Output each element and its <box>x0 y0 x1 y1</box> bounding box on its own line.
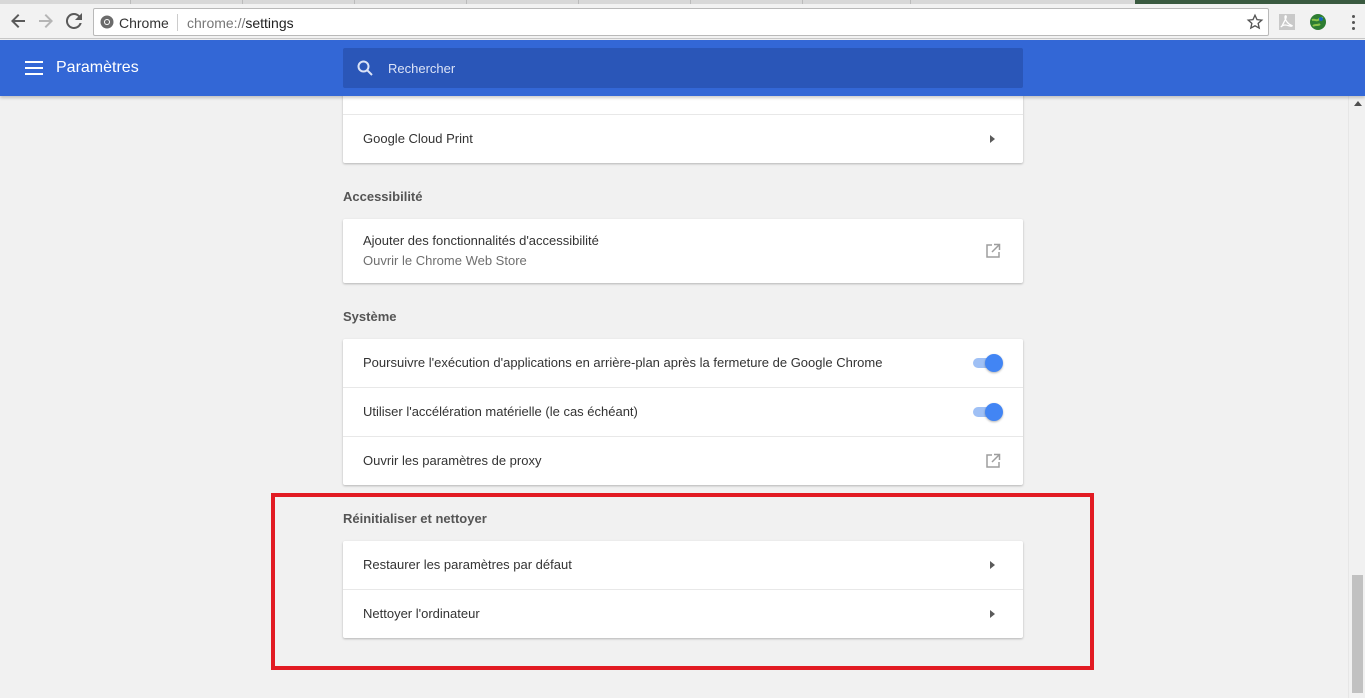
scroll-thumb[interactable] <box>1352 575 1363 693</box>
page-title: Paramètres <box>56 59 139 76</box>
background-apps-toggle[interactable] <box>971 354 1003 372</box>
forward-button[interactable] <box>35 10 57 32</box>
address-bar[interactable]: Chrome chrome://settings <box>93 8 1269 36</box>
settings-search[interactable] <box>343 48 1023 88</box>
system-section-title: Système <box>343 309 397 324</box>
proxy-settings-row[interactable]: Ouvrir les paramètres de proxy <box>343 436 1023 485</box>
accessibility-card: Ajouter des fonctionnalités d'accessibil… <box>343 219 1023 283</box>
forward-arrow-icon <box>39 14 53 28</box>
back-arrow-icon <box>11 14 25 28</box>
hardware-acceleration-row: Utiliser l'accélération matérielle (le c… <box>343 387 1023 436</box>
scroll-up-arrow-icon[interactable] <box>1354 101 1362 106</box>
open-in-new-icon[interactable] <box>985 243 1001 259</box>
url-text: chrome://settings <box>187 15 294 31</box>
reload-icon <box>66 13 82 29</box>
hardware-acceleration-toggle[interactable] <box>971 403 1003 421</box>
pdf-extension-icon[interactable] <box>1278 13 1296 31</box>
hardware-acceleration-label: Utiliser l'accélération matérielle (le c… <box>363 404 638 419</box>
google-cloud-print-label: Google Cloud Print <box>363 131 473 146</box>
bookmark-star-icon[interactable] <box>1246 13 1264 31</box>
reload-button[interactable] <box>63 10 85 32</box>
menu-icon[interactable] <box>25 61 43 75</box>
search-icon <box>357 60 373 76</box>
add-accessibility-features-row[interactable]: Ajouter des fonctionnalités d'accessibil… <box>343 219 1023 283</box>
arrow-right-icon <box>990 135 995 143</box>
add-accessibility-features-label: Ajouter des fonctionnalités d'accessibil… <box>363 233 599 248</box>
back-button[interactable] <box>7 10 29 32</box>
page-scrollbar[interactable] <box>1348 96 1365 698</box>
background-apps-row: Poursuivre l'exécution d'applications en… <box>343 339 1023 387</box>
site-chip-label: Chrome <box>119 15 169 31</box>
google-cloud-print-row[interactable]: Google Cloud Print <box>343 114 1023 163</box>
background-apps-label: Poursuivre l'exécution d'applications en… <box>363 355 883 370</box>
settings-header: Paramètres <box>0 40 1365 96</box>
accessibility-section-title: Accessibilité <box>343 189 423 204</box>
globe-extension-icon[interactable] <box>1309 13 1327 31</box>
add-accessibility-features-sublabel: Ouvrir le Chrome Web Store <box>363 253 527 268</box>
proxy-settings-label: Ouvrir les paramètres de proxy <box>363 453 542 468</box>
search-input[interactable] <box>388 48 988 88</box>
chrome-logo-icon <box>100 15 114 29</box>
system-card: Poursuivre l'exécution d'applications en… <box>343 339 1023 485</box>
address-divider <box>177 14 178 31</box>
browser-toolbar: Chrome chrome://settings <box>0 4 1365 39</box>
open-in-new-icon[interactable] <box>985 453 1001 469</box>
highlight-box <box>271 493 1094 670</box>
chrome-menu-button[interactable] <box>1345 11 1361 33</box>
